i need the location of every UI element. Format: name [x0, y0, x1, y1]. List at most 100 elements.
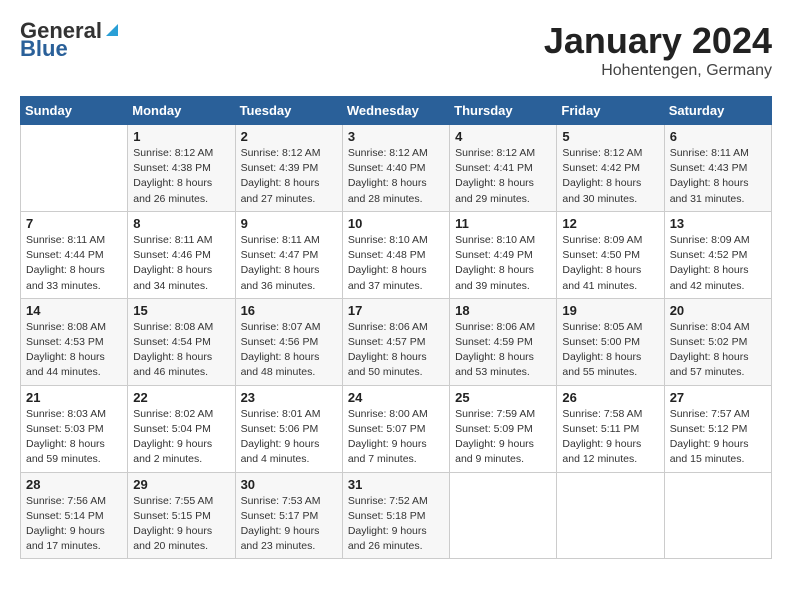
sunrise-text: Sunrise: 8:05 AM [562, 320, 658, 335]
day-info: Sunrise: 7:56 AMSunset: 5:14 PMDaylight:… [26, 494, 122, 555]
daylight-text: Daylight: 8 hours and 48 minutes. [241, 350, 337, 380]
day-number: 8 [133, 216, 229, 231]
day-number: 11 [455, 216, 551, 231]
day-info: Sunrise: 7:58 AMSunset: 5:11 PMDaylight:… [562, 407, 658, 468]
day-number: 23 [241, 390, 337, 405]
sunset-text: Sunset: 5:12 PM [670, 422, 766, 437]
sunrise-text: Sunrise: 7:55 AM [133, 494, 229, 509]
sunrise-text: Sunrise: 8:12 AM [348, 146, 444, 161]
day-info: Sunrise: 8:00 AMSunset: 5:07 PMDaylight:… [348, 407, 444, 468]
daylight-text: Daylight: 8 hours and 46 minutes. [133, 350, 229, 380]
day-info: Sunrise: 8:05 AMSunset: 5:00 PMDaylight:… [562, 320, 658, 381]
month-title: January 2024 [544, 20, 772, 62]
sunrise-text: Sunrise: 8:04 AM [670, 320, 766, 335]
day-number: 9 [241, 216, 337, 231]
calendar-cell: 7Sunrise: 8:11 AMSunset: 4:44 PMDaylight… [21, 211, 128, 298]
weekday-header-friday: Friday [557, 97, 664, 125]
day-number: 30 [241, 477, 337, 492]
daylight-text: Daylight: 9 hours and 4 minutes. [241, 437, 337, 467]
sunset-text: Sunset: 4:46 PM [133, 248, 229, 263]
daylight-text: Daylight: 8 hours and 27 minutes. [241, 176, 337, 206]
day-number: 10 [348, 216, 444, 231]
daylight-text: Daylight: 9 hours and 23 minutes. [241, 524, 337, 554]
day-info: Sunrise: 8:10 AMSunset: 4:48 PMDaylight:… [348, 233, 444, 294]
day-info: Sunrise: 8:06 AMSunset: 4:57 PMDaylight:… [348, 320, 444, 381]
day-info: Sunrise: 8:10 AMSunset: 4:49 PMDaylight:… [455, 233, 551, 294]
daylight-text: Daylight: 9 hours and 9 minutes. [455, 437, 551, 467]
sunset-text: Sunset: 5:11 PM [562, 422, 658, 437]
daylight-text: Daylight: 8 hours and 36 minutes. [241, 263, 337, 293]
calendar-cell: 23Sunrise: 8:01 AMSunset: 5:06 PMDayligh… [235, 385, 342, 472]
sunset-text: Sunset: 5:17 PM [241, 509, 337, 524]
weekday-header-monday: Monday [128, 97, 235, 125]
daylight-text: Daylight: 8 hours and 30 minutes. [562, 176, 658, 206]
day-number: 3 [348, 129, 444, 144]
daylight-text: Daylight: 8 hours and 28 minutes. [348, 176, 444, 206]
sunrise-text: Sunrise: 7:58 AM [562, 407, 658, 422]
sunset-text: Sunset: 4:43 PM [670, 161, 766, 176]
location: Hohentengen, Germany [544, 62, 772, 80]
sunrise-text: Sunrise: 8:11 AM [26, 233, 122, 248]
calendar-cell: 17 Sunrise: 8:06 AMSunset: 4:57 PMDayligh… [342, 298, 449, 385]
calendar-cell: 9Sunrise: 8:11 AMSunset: 4:47 PMDaylight… [235, 211, 342, 298]
logo-blue-text: Blue [20, 38, 120, 60]
sunrise-text: Sunrise: 8:10 AM [348, 233, 444, 248]
day-info: Sunrise: 8:09 AMSunset: 4:52 PMDaylight:… [670, 233, 766, 294]
sunrise-text: Sunrise: 7:56 AM [26, 494, 122, 509]
sunset-text: Sunset: 4:50 PM [562, 248, 658, 263]
sunset-text: Sunset: 4:52 PM [670, 248, 766, 263]
day-number: 17 [348, 303, 444, 318]
sunrise-text: Sunrise: 8:11 AM [133, 233, 229, 248]
day-info: Sunrise: 7:55 AMSunset: 5:15 PMDaylight:… [133, 494, 229, 555]
day-info: Sunrise: 8:11 AMSunset: 4:44 PMDaylight:… [26, 233, 122, 294]
sunset-text: Sunset: 4:41 PM [455, 161, 551, 176]
day-info: Sunrise: 8:12 AMSunset: 4:42 PMDaylight:… [562, 146, 658, 207]
sunrise-text: Sunrise: 8:12 AM [133, 146, 229, 161]
calendar-cell: 8Sunrise: 8:11 AMSunset: 4:46 PMDaylight… [128, 211, 235, 298]
sunrise-text: Sunrise: 8:06 AM [455, 320, 551, 335]
daylight-text: Daylight: 9 hours and 7 minutes. [348, 437, 444, 467]
calendar-cell: 2Sunrise: 8:12 AMSunset: 4:39 PMDaylight… [235, 125, 342, 212]
day-info: Sunrise: 8:08 AMSunset: 4:54 PMDaylight:… [133, 320, 229, 381]
week-row-4: 28Sunrise: 7:56 AMSunset: 5:14 PMDayligh… [21, 472, 772, 559]
sunrise-text: Sunrise: 8:06 AM [348, 320, 444, 335]
day-number: 15 [133, 303, 229, 318]
sunset-text: Sunset: 4:54 PM [133, 335, 229, 350]
sunset-text: Sunset: 5:02 PM [670, 335, 766, 350]
daylight-text: Daylight: 8 hours and 53 minutes. [455, 350, 551, 380]
calendar-cell: 27Sunrise: 7:57 AMSunset: 5:12 PMDayligh… [664, 385, 771, 472]
weekday-header-saturday: Saturday [664, 97, 771, 125]
day-info: Sunrise: 7:57 AMSunset: 5:12 PMDaylight:… [670, 407, 766, 468]
calendar-cell [664, 472, 771, 559]
daylight-text: Daylight: 9 hours and 20 minutes. [133, 524, 229, 554]
day-info: Sunrise: 7:59 AMSunset: 5:09 PMDaylight:… [455, 407, 551, 468]
daylight-text: Daylight: 8 hours and 59 minutes. [26, 437, 122, 467]
day-info: Sunrise: 8:07 AMSunset: 4:56 PMDaylight:… [241, 320, 337, 381]
calendar-cell [557, 472, 664, 559]
calendar-cell: 1Sunrise: 8:12 AMSunset: 4:38 PMDaylight… [128, 125, 235, 212]
day-number: 4 [455, 129, 551, 144]
daylight-text: Daylight: 9 hours and 2 minutes. [133, 437, 229, 467]
sunset-text: Sunset: 5:09 PM [455, 422, 551, 437]
day-number: 24 [348, 390, 444, 405]
day-info: Sunrise: 8:11 AMSunset: 4:43 PMDaylight:… [670, 146, 766, 207]
page-header: General Blue January 2024 Hohentengen, G… [20, 20, 772, 80]
daylight-text: Daylight: 9 hours and 15 minutes. [670, 437, 766, 467]
calendar-cell: 5Sunrise: 8:12 AMSunset: 4:42 PMDaylight… [557, 125, 664, 212]
daylight-text: Daylight: 8 hours and 31 minutes. [670, 176, 766, 206]
week-row-1: 7Sunrise: 8:11 AMSunset: 4:44 PMDaylight… [21, 211, 772, 298]
sunset-text: Sunset: 4:44 PM [26, 248, 122, 263]
day-info: Sunrise: 7:53 AMSunset: 5:17 PMDaylight:… [241, 494, 337, 555]
day-info: Sunrise: 8:04 AMSunset: 5:02 PMDaylight:… [670, 320, 766, 381]
day-number: 13 [670, 216, 766, 231]
sunrise-text: Sunrise: 8:12 AM [455, 146, 551, 161]
week-row-3: 21Sunrise: 8:03 AMSunset: 5:03 PMDayligh… [21, 385, 772, 472]
weekday-header-sunday: Sunday [21, 97, 128, 125]
sunset-text: Sunset: 5:14 PM [26, 509, 122, 524]
daylight-text: Daylight: 8 hours and 50 minutes. [348, 350, 444, 380]
week-row-0: 1Sunrise: 8:12 AMSunset: 4:38 PMDaylight… [21, 125, 772, 212]
sunset-text: Sunset: 4:56 PM [241, 335, 337, 350]
day-number: 6 [670, 129, 766, 144]
sunrise-text: Sunrise: 7:52 AM [348, 494, 444, 509]
daylight-text: Daylight: 9 hours and 17 minutes. [26, 524, 122, 554]
